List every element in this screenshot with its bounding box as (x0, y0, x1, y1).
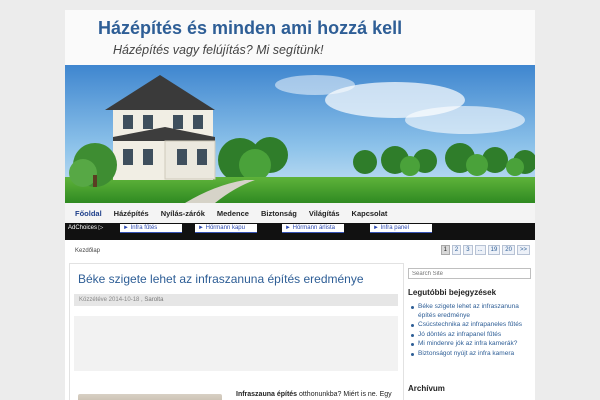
sidebar: Legutóbbi bejegyzések Béke szigete lehet… (407, 263, 535, 400)
recent-posts-title: Legutóbbi bejegyzések (408, 288, 497, 297)
recent-post-link[interactable]: Csúcstechnika az infrapaneles fűtés (408, 321, 534, 330)
recent-post-link[interactable]: Biztonságot nyújt az infra kamera (408, 350, 534, 359)
site-tagline: Házépítés vagy felújítás? Mi segítünk! (113, 43, 324, 57)
ad-link-infra-futes[interactable]: ► Infra fűtés (120, 224, 182, 233)
ad-link-bar: AdChoices ▷ ► Infra fűtés ► Hörmann kapu… (65, 223, 535, 240)
recent-post-link[interactable]: Jó döntés az infrapanel fűtés (408, 331, 534, 340)
breadcrumb[interactable]: Kezdőlap (75, 248, 100, 254)
archive-title: Archívum (408, 384, 445, 393)
post-date: Közzétéve 2014-10-18 , (79, 297, 143, 303)
post-excerpt-bold: Infraszauna építés (236, 391, 298, 398)
post-title[interactable]: Béke szigete lehet az infraszanuna építé… (78, 272, 364, 286)
recent-posts-list: Béke szigete lehet az infraszanuna építé… (408, 303, 534, 359)
ad-placeholder (74, 316, 398, 371)
recent-post-link[interactable]: Mi mindenre jók az infra kamerák? (408, 340, 534, 349)
main-menu-list: Főoldal Házépítés Nyílás-zárók Medence B… (65, 203, 535, 225)
main-navigation: Főoldal Házépítés Nyílás-zárók Medence B… (65, 203, 535, 225)
header-banner-image (65, 65, 535, 203)
page-20[interactable]: 20 (502, 245, 515, 255)
menu-item-biztonsag[interactable]: Biztonság (255, 203, 303, 225)
ad-link-hormann-kapu[interactable]: ► Hörmann kapu (195, 224, 257, 233)
menu-item-hazepites[interactable]: Házépítés (108, 203, 155, 225)
post-meta: Közzétéve 2014-10-18 , Sarolta (74, 294, 398, 306)
page-ellipsis: ... (474, 245, 486, 255)
menu-item-vilagitas[interactable]: Világítás (303, 203, 346, 225)
ad-link-hormann-arlista[interactable]: ► Hörmann árlista (282, 224, 344, 233)
page-2[interactable]: 2 (451, 245, 462, 255)
recent-post-link[interactable]: Béke szigete lehet az infraszanuna építé… (408, 303, 534, 320)
menu-item-nyilas-zarok[interactable]: Nyílás-zárók (155, 203, 211, 225)
breadcrumb-row: Kezdőlap 1 2 3 ... 19 20 >> (65, 243, 535, 261)
search-input[interactable] (408, 268, 531, 279)
post-article: Béke szigete lehet az infraszanuna építé… (69, 263, 404, 400)
post-thumbnail-image[interactable] (78, 394, 222, 400)
adchoices-label[interactable]: AdChoices ▷ (68, 224, 103, 231)
post-excerpt: Infraszauna építés otthonunkba? Miért is… (236, 389, 396, 400)
page-next[interactable]: >> (516, 245, 530, 255)
menu-item-medence[interactable]: Medence (211, 203, 255, 225)
page-wrapper: Házépítés és minden ami hozzá kell Házép… (65, 10, 535, 400)
ad-link-infra-panel[interactable]: ► Infra panel (370, 224, 432, 233)
page-1[interactable]: 1 (440, 245, 450, 255)
page-19[interactable]: 19 (487, 245, 501, 255)
site-header: Házépítés és minden ami hozzá kell Házép… (65, 10, 535, 66)
site-title[interactable]: Házépítés és minden ami hozzá kell (98, 18, 402, 39)
pagination: 1 2 3 ... 19 20 >> (440, 245, 530, 255)
post-author[interactable]: Sarolta (144, 297, 163, 303)
page-3[interactable]: 3 (463, 245, 473, 255)
menu-item-kapcsolat[interactable]: Kapcsolat (346, 203, 394, 225)
menu-item-fooldal[interactable]: Főoldal (69, 204, 108, 225)
